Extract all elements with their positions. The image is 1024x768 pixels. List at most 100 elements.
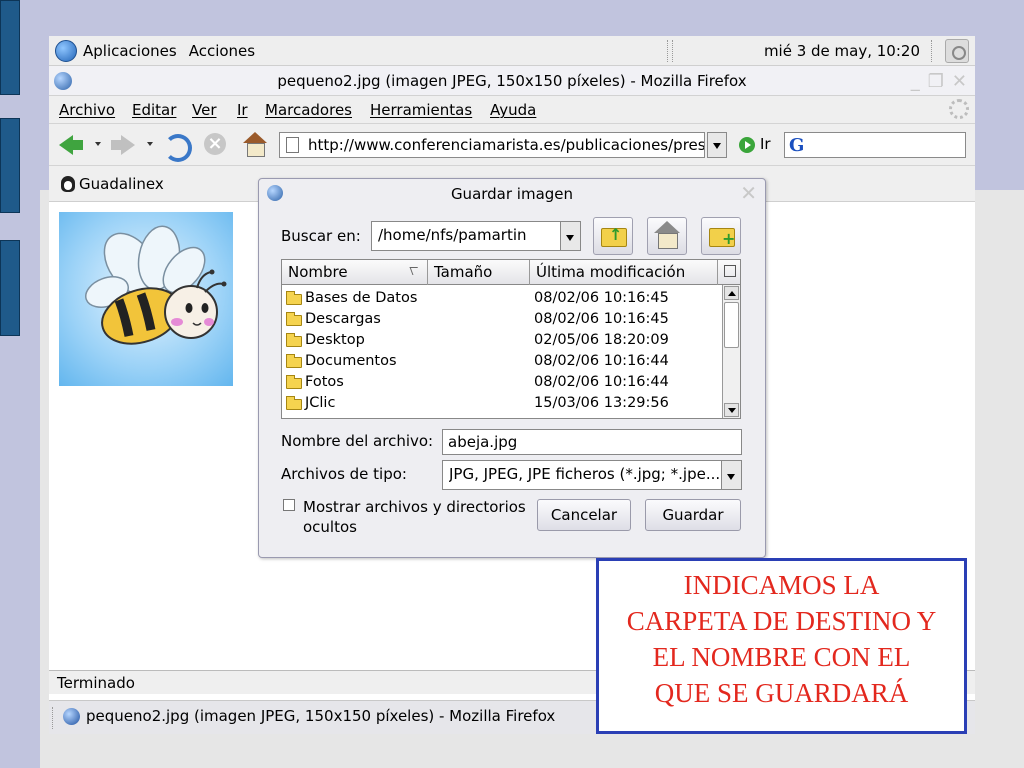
file-list[interactable]: Nombre Tamaño Última modificación Bases … [281, 259, 741, 419]
taskbar-drag-handle[interactable] [52, 707, 57, 729]
filetype-value: JPG, JPEG, JPE ficheros (*.jpg; *.jpe... [449, 465, 721, 483]
menu-ayuda[interactable]: Ayuda [490, 101, 536, 119]
forward-icon[interactable] [109, 132, 137, 158]
show-hidden-label-line2[interactable]: ocultos [303, 518, 357, 536]
file-name: JClic [305, 395, 336, 411]
parent-folder-button[interactable] [593, 217, 633, 255]
chevron-down-icon[interactable] [721, 461, 741, 489]
menu-archivo[interactable]: Archivo [59, 101, 115, 119]
scroll-down-icon[interactable] [724, 403, 739, 417]
save-button[interactable]: Guardar [645, 499, 741, 531]
folder-icon [286, 312, 302, 326]
url-input[interactable]: http://www.conferenciamarista.es/publica… [279, 132, 705, 158]
filename-input[interactable]: abeja.jpg [442, 429, 742, 455]
menu-marcadores[interactable]: Marcadores [265, 101, 352, 119]
scrollbar-thumb[interactable] [724, 302, 739, 348]
list-item[interactable]: Bases de Datos 08/02/06 10:16:45 [286, 289, 722, 310]
filename-value: abeja.jpg [448, 433, 518, 451]
filename-label: Nombre del archivo: [281, 432, 434, 450]
sort-icon [409, 267, 421, 275]
slide-side-bar [0, 0, 20, 95]
column-header-modified[interactable]: Última modificación [530, 260, 718, 285]
file-name: Descargas [305, 311, 381, 327]
list-item[interactable]: Documentos 08/02/06 10:16:44 [286, 352, 722, 373]
file-list-header: Nombre Tamaño Última modificación [282, 260, 740, 285]
new-folder-button[interactable] [701, 217, 741, 255]
save-image-dialog: Guardar imagen ✕ Buscar en: /home/nfs/pa… [258, 178, 766, 558]
bee-illustration [85, 225, 227, 345]
status-text: Terminado [57, 674, 135, 692]
column-header-label: Nombre [288, 263, 348, 281]
file-name: Fotos [305, 374, 344, 390]
panel-menu-acciones[interactable]: Acciones [189, 42, 255, 60]
folder-icon [286, 291, 302, 305]
file-date: 15/03/06 13:29:56 [534, 395, 669, 411]
window-titlebar[interactable]: pequeno2.jpg (imagen JPEG, 150x150 píxel… [49, 66, 975, 96]
taskbar-window-label: pequeno2.jpg (imagen JPEG, 150x150 píxel… [86, 707, 556, 725]
go-button[interactable]: Ir [760, 135, 771, 153]
callout-line: QUE SE GUARDARÁ [654, 678, 909, 708]
search-input[interactable]: G [784, 132, 966, 158]
panel-clock[interactable]: mié 3 de may, 10:20 [764, 42, 920, 60]
close-icon[interactable]: ✕ [952, 71, 967, 92]
forward-history-dropdown-icon[interactable] [147, 142, 153, 146]
column-menu-icon[interactable] [724, 265, 736, 277]
chevron-down-icon[interactable] [560, 222, 580, 250]
menu-ver[interactable]: Ver [192, 101, 217, 119]
filetype-select[interactable]: JPG, JPEG, JPE ficheros (*.jpg; *.jpe... [442, 460, 742, 490]
column-header-name[interactable]: Nombre [282, 260, 428, 285]
cancel-button[interactable]: Cancelar [537, 499, 631, 531]
menu-ir[interactable]: Ir [237, 101, 248, 119]
dialog-title: Guardar imagen [450, 185, 574, 203]
maximize-icon[interactable]: ❐ [928, 71, 944, 92]
go-icon[interactable] [739, 137, 755, 153]
distro-logo-icon[interactable] [55, 40, 77, 62]
file-name: Bases de Datos [305, 290, 418, 306]
column-header-size[interactable]: Tamaño [428, 260, 530, 285]
back-history-dropdown-icon[interactable] [95, 142, 101, 146]
home-folder-button[interactable] [647, 217, 687, 255]
url-history-dropdown[interactable] [707, 132, 727, 158]
panel-drag-handle[interactable] [931, 40, 935, 62]
menubar: Archivo Editar Ver Ir Marcadores Herrami… [49, 96, 975, 124]
callout-line: EL NOMBRE CON EL [652, 642, 911, 672]
navigation-toolbar: http://www.conferenciamarista.es/publica… [49, 124, 975, 166]
bee-image[interactable] [59, 212, 233, 386]
file-date: 08/02/06 10:16:45 [534, 290, 669, 306]
panel-drag-handle[interactable] [667, 40, 673, 62]
list-item[interactable]: JClic 15/03/06 13:29:56 [286, 394, 722, 415]
file-date: 08/02/06 10:16:44 [534, 374, 669, 390]
home-icon[interactable] [241, 132, 269, 158]
look-in-value: /home/nfs/pamartin [378, 226, 527, 244]
google-icon[interactable]: G [789, 135, 804, 156]
taskbar-window-button[interactable]: pequeno2.jpg (imagen JPEG, 150x150 píxel… [63, 707, 555, 725]
show-hidden-label[interactable]: Mostrar archivos y directorios [303, 498, 526, 516]
list-item[interactable]: Fotos 08/02/06 10:16:44 [286, 373, 722, 394]
folder-icon [286, 375, 302, 389]
list-item[interactable]: Descargas 08/02/06 10:16:45 [286, 310, 722, 331]
list-item[interactable]: Desktop 02/05/06 18:20:09 [286, 331, 722, 352]
back-icon[interactable] [57, 132, 85, 158]
bookmark-guadalinex[interactable]: Guadalinex [61, 175, 164, 193]
top-panel: Aplicaciones Acciones mié 3 de may, 10:2… [49, 36, 975, 66]
scroll-up-icon[interactable] [724, 286, 739, 300]
menu-herramientas[interactable]: Herramientas [370, 101, 472, 119]
look-in-label: Buscar en: [281, 227, 361, 245]
close-icon[interactable]: ✕ [740, 181, 757, 205]
menu-editar[interactable]: Editar [132, 101, 176, 119]
url-text: http://www.conferenciamarista.es/publica… [308, 136, 704, 154]
callout-text: INDICAMOS LA CARPETA DE DESTINO Y EL NOM… [599, 567, 964, 711]
show-hidden-checkbox[interactable] [283, 499, 295, 511]
dialog-titlebar[interactable]: Guardar imagen ✕ [259, 179, 765, 207]
panel-menu-aplicaciones[interactable]: Aplicaciones [83, 42, 177, 60]
callout-box: INDICAMOS LA CARPETA DE DESTINO Y EL NOM… [596, 558, 967, 734]
firefox-icon [63, 707, 80, 725]
file-list-scrollbar[interactable] [722, 285, 740, 418]
reload-icon[interactable] [161, 132, 192, 162]
window-title: pequeno2.jpg (imagen JPEG, 150x150 píxel… [277, 72, 747, 90]
stop-icon[interactable] [201, 132, 229, 158]
volume-icon[interactable] [945, 39, 969, 63]
minimize-icon[interactable]: _ [911, 71, 920, 92]
look-in-combo[interactable]: /home/nfs/pamartin [371, 221, 581, 251]
file-date: 08/02/06 10:16:45 [534, 311, 669, 327]
